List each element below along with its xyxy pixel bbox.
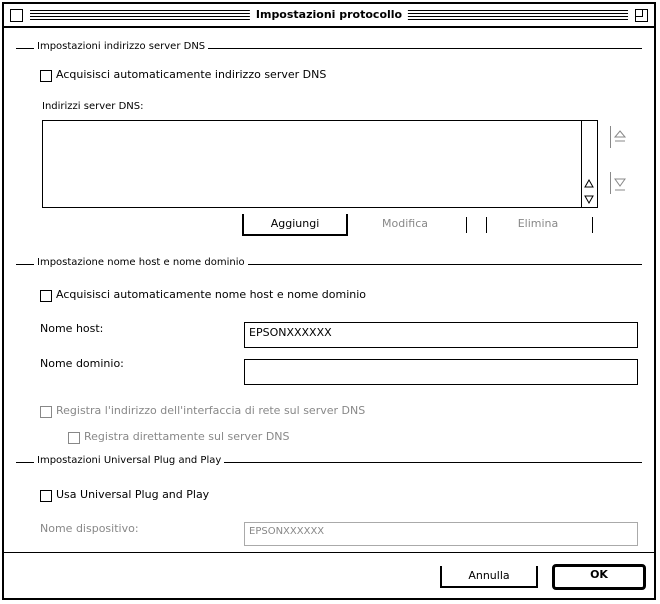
cancel-button[interactable]: Annulla	[440, 566, 538, 588]
remove-button[interactable]: Elimina	[492, 214, 584, 236]
add-button[interactable]: Aggiungi	[242, 214, 348, 236]
dns-auto-checkbox[interactable]	[40, 70, 52, 82]
device-name-label: Nome dispositivo:	[40, 522, 139, 535]
ok-button[interactable]: OK	[552, 564, 646, 590]
close-box-icon[interactable]	[10, 9, 23, 22]
upnp-section-legend: Impostazioni Universal Plug and Play	[34, 455, 225, 466]
window-title: Impostazioni protocollo	[249, 7, 409, 23]
dns-list-label: Indirizzi server DNS:	[42, 101, 144, 112]
host-section-legend: Impostazione nome host e nome dominio	[34, 257, 248, 268]
dns-auto-label: Acquisisci automaticamente indirizzo ser…	[56, 68, 327, 81]
dns-list-scrollbar[interactable]	[581, 121, 597, 207]
domain-label: Nome dominio:	[40, 357, 124, 370]
move-up-button[interactable]	[610, 126, 629, 148]
host-auto-checkbox[interactable]	[40, 290, 52, 302]
upnp-checkbox[interactable]	[40, 490, 52, 502]
domain-field[interactable]	[244, 359, 638, 385]
device-name-field[interactable]: EPSONXXXXXX	[244, 522, 638, 546]
dns-section-legend: Impostazioni indirizzo server DNS	[34, 41, 209, 52]
scroll-down-arrow-icon[interactable]	[584, 194, 594, 205]
hostname-label: Nome host:	[40, 322, 104, 335]
host-auto-label: Acquisisci automaticamente nome host e n…	[56, 288, 367, 301]
title-bar[interactable]: Impostazioni protocollo	[4, 4, 654, 28]
hostname-field[interactable]: EPSONXXXXXX	[244, 322, 638, 348]
move-down-button[interactable]	[610, 172, 629, 194]
scroll-up-arrow-icon[interactable]	[584, 178, 594, 189]
register-label: Registra l'indirizzo dell'interfaccia di…	[56, 404, 366, 417]
dialog-window: Impostazioni protocollo Impostazioni ind…	[2, 2, 656, 600]
register-checkbox[interactable]	[40, 406, 52, 418]
zoom-box-icon[interactable]	[635, 9, 648, 22]
button-divider	[486, 217, 487, 233]
footer-separator	[4, 552, 654, 553]
edit-button[interactable]: Modifica	[360, 214, 450, 236]
dns-server-list[interactable]	[42, 120, 598, 208]
button-divider	[592, 217, 593, 233]
upnp-label: Usa Universal Plug and Play	[56, 488, 210, 501]
button-divider	[466, 217, 467, 233]
register-direct-checkbox[interactable]	[68, 432, 80, 444]
register-direct-label: Registra direttamente sul server DNS	[84, 430, 290, 443]
